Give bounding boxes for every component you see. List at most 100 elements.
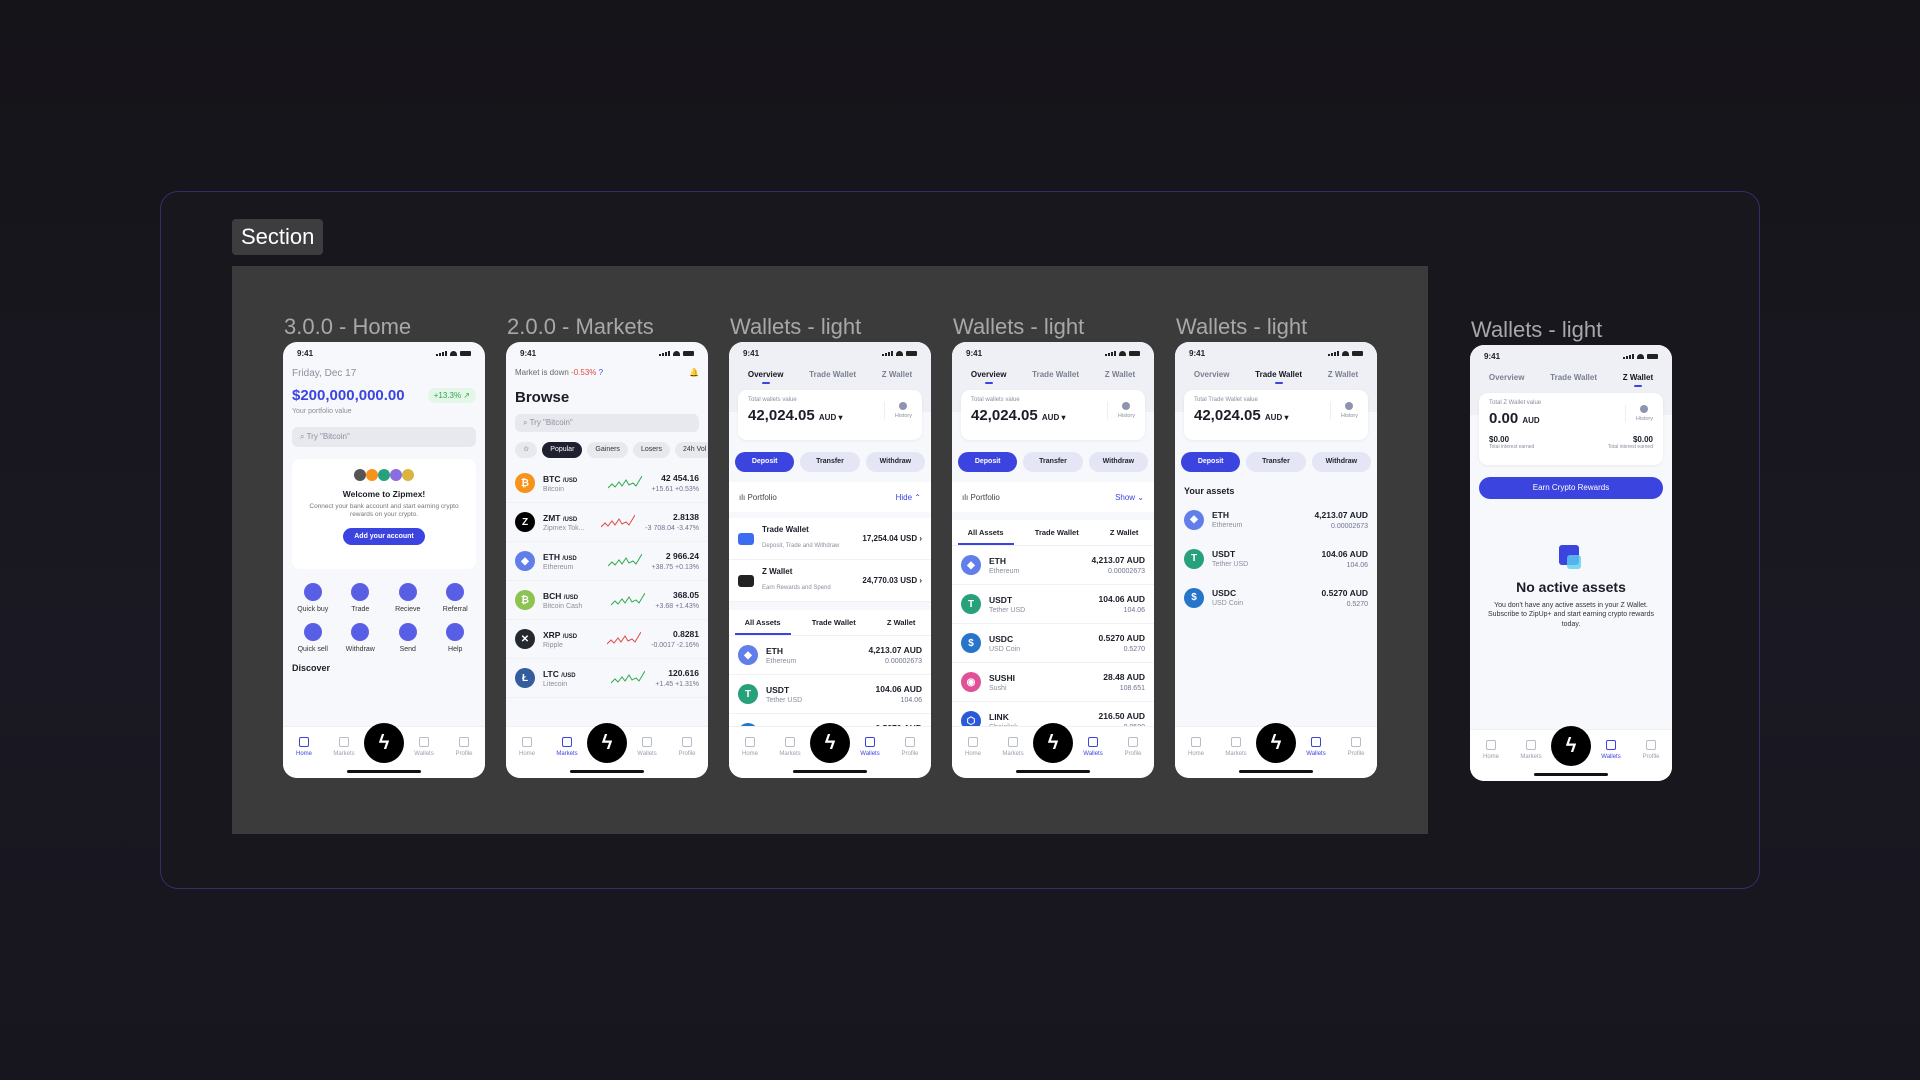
asset-tab-trade[interactable]: Trade Wallet xyxy=(808,610,860,635)
deposit-button[interactable]: Deposit xyxy=(958,452,1018,472)
section-label[interactable]: Section xyxy=(232,219,324,255)
asset-tab-all[interactable]: All Assets xyxy=(734,610,791,635)
quick-buy-action[interactable]: Quick buy xyxy=(289,583,337,613)
tab-overview[interactable]: Overview xyxy=(1489,373,1525,387)
tab-markets[interactable]: Markets xyxy=(993,737,1033,757)
asset-row[interactable]: ◉ SUSHI Sushi 28.48 AUD 108.651 xyxy=(952,663,1154,702)
market-row[interactable]: ◆ ETH /USD Ethereum 2 966.24 +38.75 +0.13% xyxy=(506,542,708,581)
favorites-chip[interactable]: ☆ xyxy=(515,442,538,458)
tab-home[interactable]: Home xyxy=(1176,737,1216,757)
tab-markets[interactable]: Markets xyxy=(1511,740,1551,760)
tab-profile[interactable]: Profile xyxy=(1336,737,1376,757)
tab-home[interactable]: Home xyxy=(284,737,324,757)
asset-tab-z[interactable]: Z Wallet xyxy=(883,610,919,635)
currency-selector[interactable]: AUD ▾ xyxy=(819,413,843,422)
referral-action[interactable]: Referral xyxy=(432,583,480,613)
z-wallet-row[interactable]: Z Wallet Earn Rewards and Spend 24,770.03 … xyxy=(729,560,931,602)
withdraw-button[interactable]: Withdraw xyxy=(1088,452,1148,472)
currency-selector[interactable]: AUD ▾ xyxy=(1265,413,1289,422)
tab-home[interactable]: Home xyxy=(1471,740,1511,760)
tab-profile[interactable]: Profile xyxy=(444,737,484,757)
tab-wallets[interactable]: Wallets xyxy=(627,737,667,757)
history-button[interactable]: History xyxy=(1624,405,1653,422)
withdraw-button[interactable]: Withdraw xyxy=(865,452,925,472)
zipmex-action-button[interactable]: ϟ xyxy=(1256,723,1296,763)
withdraw-button[interactable]: Withdraw xyxy=(1311,452,1371,472)
tab-profile[interactable]: Profile xyxy=(1113,737,1153,757)
market-row[interactable]: ₿ BTC /USD Bitcoin 42 454.16 +15.61 +0.53% xyxy=(506,464,708,503)
screen-title-wallets-1[interactable]: Wallets - light xyxy=(730,314,861,340)
trade-action[interactable]: Trade xyxy=(337,583,385,613)
zipmex-action-button[interactable]: ϟ xyxy=(1033,723,1073,763)
asset-tab-z[interactable]: Z Wallet xyxy=(1106,520,1142,545)
bell-icon[interactable]: 🔔 xyxy=(689,368,699,377)
transfer-button[interactable]: Transfer xyxy=(1246,452,1306,472)
tab-trade-wallet[interactable]: Trade Wallet xyxy=(809,370,856,384)
tab-profile[interactable]: Profile xyxy=(890,737,930,757)
hide-link[interactable]: Hide ⌃ xyxy=(896,493,921,502)
portfolio-toggle[interactable]: ılı Portfolio Show ⌄ xyxy=(952,482,1154,512)
tab-wallets[interactable]: Wallets xyxy=(850,737,890,757)
asset-row[interactable]: $ USDCUSD Coin 0.5270 AUD 0.5270 xyxy=(952,624,1154,663)
quick-sell-action[interactable]: Quick sell xyxy=(289,623,337,653)
asset-row[interactable]: T USDT Tether USD 104.06 AUD 104.06 xyxy=(1175,539,1377,578)
tab-wallets[interactable]: Wallets xyxy=(1591,740,1631,760)
chip-popular[interactable]: Popular xyxy=(542,442,583,458)
screen-title-wallets-2[interactable]: Wallets - light xyxy=(953,314,1084,340)
chip-24h-vol[interactable]: 24h Vol xyxy=(674,442,708,458)
send-action[interactable]: Send xyxy=(384,623,432,653)
chip-losers[interactable]: Losers xyxy=(632,442,670,458)
market-row[interactable]: Z ZMT /USD Zipmex Tok... 2.8138 -3 708.04 … xyxy=(506,503,708,542)
search-input[interactable]: ⌕ Try "Bitcoin" xyxy=(292,427,476,447)
history-button[interactable]: History xyxy=(883,402,912,419)
tab-markets[interactable]: Markets xyxy=(770,737,810,757)
tab-markets[interactable]: Markets xyxy=(324,737,364,757)
tab-home[interactable]: Home xyxy=(507,737,547,757)
history-button[interactable]: History xyxy=(1106,402,1135,419)
asset-tab-trade[interactable]: Trade Wallet xyxy=(1031,520,1083,545)
asset-row[interactable]: ◆ ETH Ethereum 4,213.07 AUD 0.00002673 xyxy=(1175,500,1377,539)
zipmex-action-button[interactable]: ϟ xyxy=(364,723,404,763)
screen-title-wallets-4[interactable]: Wallets - light xyxy=(1471,317,1602,343)
tab-trade-wallet[interactable]: Trade Wallet xyxy=(1032,370,1079,384)
deposit-button[interactable]: Deposit xyxy=(735,452,795,472)
asset-row[interactable]: T USDT Tether USD 104.06 AUD 104.06 xyxy=(952,585,1154,624)
tab-home[interactable]: Home xyxy=(730,737,770,757)
tab-profile[interactable]: Profile xyxy=(667,737,707,757)
tab-z-wallet[interactable]: Z Wallet xyxy=(1328,370,1358,384)
zipmex-action-button[interactable]: ϟ xyxy=(1551,726,1591,766)
search-input[interactable]: ⌕ Try "Bitcoin" xyxy=(515,414,699,432)
tab-z-wallet[interactable]: Z Wallet xyxy=(1623,373,1653,387)
tab-wallets[interactable]: Wallets xyxy=(1296,737,1336,757)
tab-profile[interactable]: Profile xyxy=(1631,740,1671,760)
tab-overview[interactable]: Overview xyxy=(1194,370,1230,384)
help-action[interactable]: Help xyxy=(432,623,480,653)
asset-row[interactable]: ◆ ETH Ethereum 4,213.07 AUD 0.00002673 xyxy=(729,636,931,675)
tab-overview[interactable]: Overview xyxy=(748,370,783,384)
add-account-button[interactable]: Add your account xyxy=(343,527,425,545)
tab-home[interactable]: Home xyxy=(953,737,993,757)
tab-markets[interactable]: Markets xyxy=(547,737,587,757)
tab-trade-wallet[interactable]: Trade Wallet xyxy=(1255,370,1302,384)
screen-title-markets[interactable]: 2.0.0 - Markets xyxy=(507,314,654,340)
market-row[interactable]: Ł LTC /USD Litecoin 120.616 +1.45 +1.31% xyxy=(506,659,708,698)
tab-overview[interactable]: Overview xyxy=(971,370,1006,384)
asset-row[interactable]: ◆ ETH Ethereum 4,213.07 AUD 0.00002673 xyxy=(952,546,1154,585)
tab-z-wallet[interactable]: Z Wallet xyxy=(882,370,912,384)
history-button[interactable]: History xyxy=(1329,402,1358,419)
screen-title-home[interactable]: 3.0.0 - Home xyxy=(284,314,411,340)
chip-gainers[interactable]: Gainers xyxy=(587,442,628,458)
screen-title-wallets-3[interactable]: Wallets - light xyxy=(1176,314,1307,340)
zipmex-action-button[interactable]: ϟ xyxy=(810,723,850,763)
trade-wallet-row[interactable]: Trade Wallet Deposit, Trade and Withdraw 1… xyxy=(729,518,931,560)
tab-trade-wallet[interactable]: Trade Wallet xyxy=(1550,373,1597,387)
earn-crypto-rewards-button[interactable]: Earn Crypto Rewards xyxy=(1479,477,1663,499)
withdraw-action[interactable]: Withdraw xyxy=(337,623,385,653)
currency-selector[interactable]: AUD ▾ xyxy=(1042,413,1066,422)
tab-z-wallet[interactable]: Z Wallet xyxy=(1105,370,1135,384)
tab-wallets[interactable]: Wallets xyxy=(1073,737,1113,757)
portfolio-toggle[interactable]: ılı Portfolio Hide ⌃ xyxy=(729,482,931,512)
market-row[interactable]: ✕ XRP /USD Ripple 0.8281 -0.0017 -2.16% xyxy=(506,620,708,659)
transfer-button[interactable]: Transfer xyxy=(1023,452,1083,472)
asset-tab-all[interactable]: All Assets xyxy=(957,520,1014,545)
